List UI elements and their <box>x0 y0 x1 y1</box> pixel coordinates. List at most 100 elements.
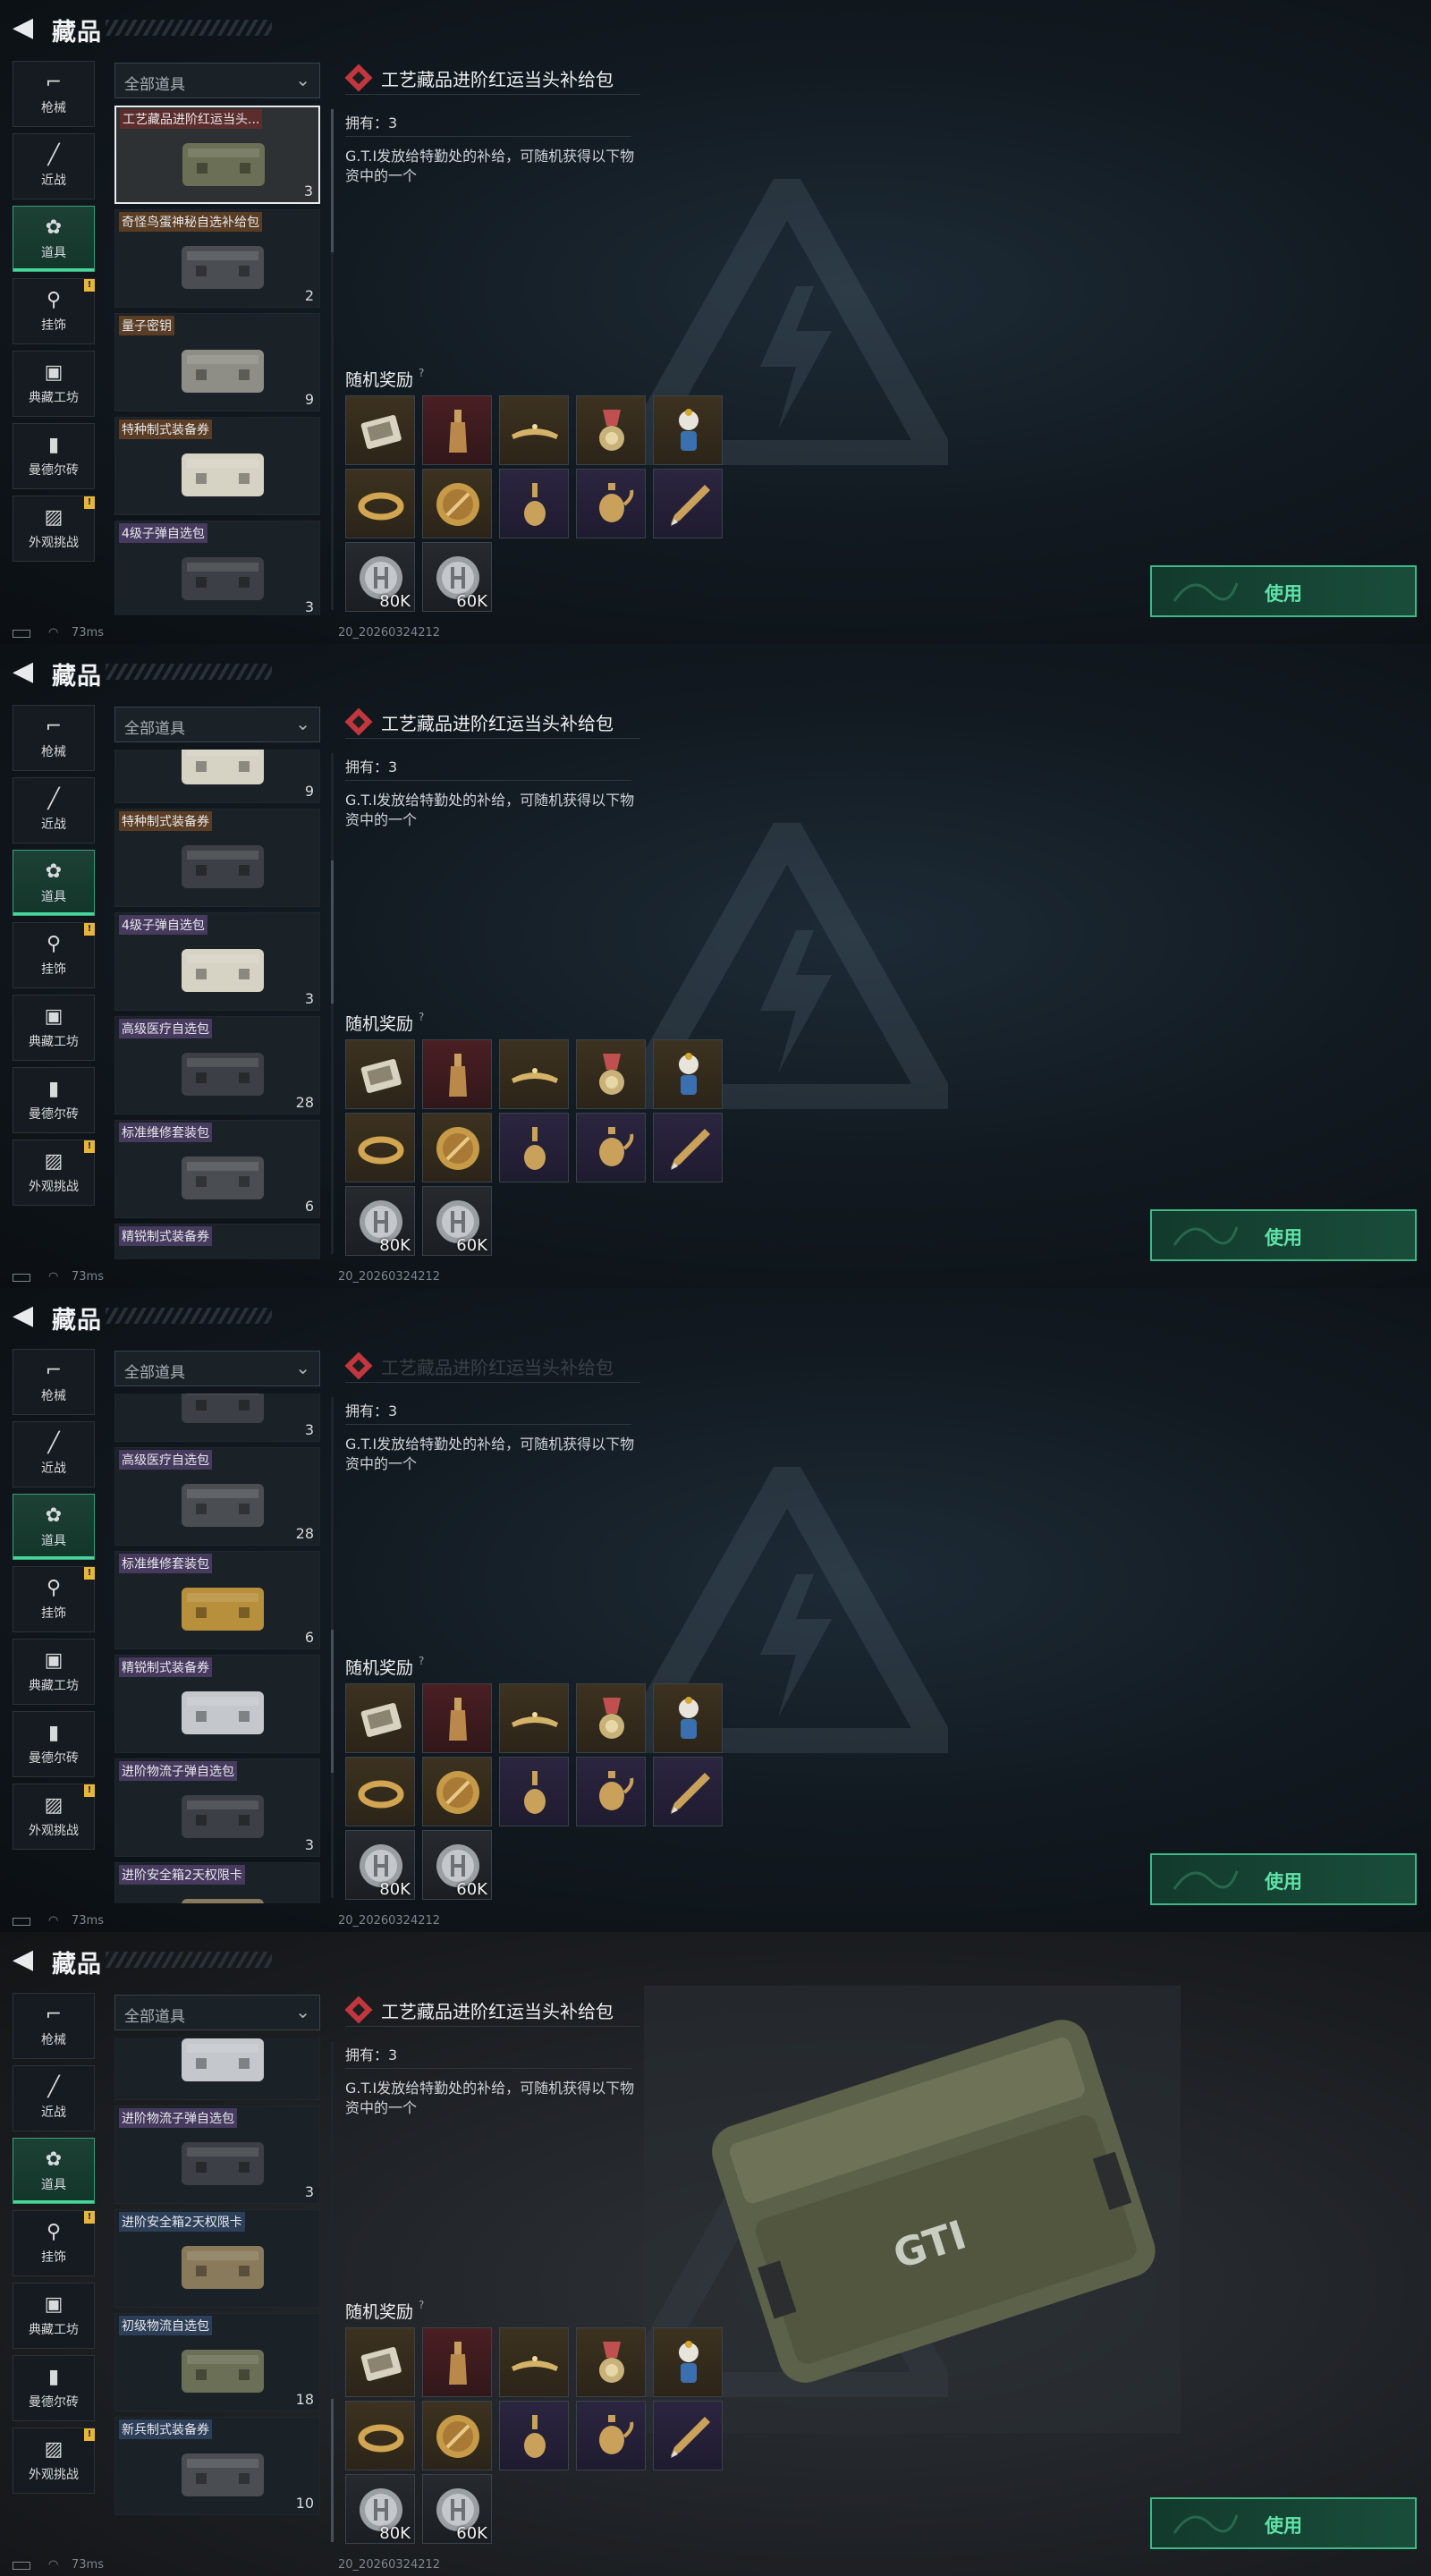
item-card[interactable]: 标准维修套装包 6 <box>114 1120 320 1218</box>
reward-slot[interactable] <box>499 1039 569 1109</box>
category-items[interactable]: ✿ 道具 <box>13 850 95 916</box>
reward-slot[interactable] <box>653 1757 723 1826</box>
item-filter-dropdown[interactable]: 全部道具 ⌄ <box>114 1995 320 2030</box>
category-workshop[interactable]: ▣ 典藏工坊 <box>13 351 95 417</box>
reward-slot[interactable]: 60K <box>422 1830 492 1900</box>
item-card[interactable]: 特种制式装备券 <box>114 417 320 515</box>
category-challenge[interactable]: ▨ 外观挑战! <box>13 496 95 562</box>
item-card[interactable]: 高级医疗自选包 28 <box>114 1447 320 1546</box>
reward-slot[interactable] <box>576 1683 646 1753</box>
item-card[interactable]: 特种制式装备券 <box>114 809 320 907</box>
scrollbar-thumb[interactable] <box>331 2399 334 2542</box>
item-card[interactable]: 进阶安全箱2天权限卡 <box>114 1862 320 1903</box>
back-arrow-icon[interactable]: ◀ <box>13 658 41 687</box>
category-challenge[interactable]: ▨ 外观挑战! <box>13 1140 95 1206</box>
category-knife[interactable]: ╱ 近战 <box>13 1421 95 1487</box>
reward-slot[interactable] <box>576 2327 646 2397</box>
category-gun[interactable]: ⌐ 枪械 <box>13 1993 95 2059</box>
reward-slot[interactable] <box>422 2327 492 2397</box>
reward-slot[interactable] <box>422 1113 492 1182</box>
reward-slot[interactable]: 80K <box>345 1830 415 1900</box>
category-gun[interactable]: ⌐ 枪械 <box>13 61 95 127</box>
reward-slot[interactable] <box>345 1113 415 1182</box>
use-button[interactable]: 使用 <box>1150 1209 1417 1261</box>
category-mandel-brick[interactable]: ▮ 曼德尔砖 <box>13 423 95 489</box>
item-card[interactable]: 3 <box>114 1394 320 1442</box>
reward-slot[interactable] <box>422 1039 492 1109</box>
reward-slot[interactable] <box>653 1039 723 1109</box>
reward-slot[interactable] <box>576 1113 646 1182</box>
item-card[interactable] <box>114 2038 320 2100</box>
category-mandel-brick[interactable]: ▮ 曼德尔砖 <box>13 1711 95 1777</box>
item-card[interactable]: 进阶物流子弹自选包 3 <box>114 2106 320 2204</box>
reward-slot[interactable] <box>422 1683 492 1753</box>
reward-slot[interactable] <box>422 2401 492 2470</box>
category-mandel-brick[interactable]: ▮ 曼德尔砖 <box>13 1067 95 1133</box>
reward-slot[interactable]: 60K <box>422 2474 492 2544</box>
list-scrollbar[interactable] <box>331 1397 334 1898</box>
reward-slot[interactable] <box>653 469 723 538</box>
reward-slot[interactable] <box>345 469 415 538</box>
help-icon[interactable]: ? <box>419 1011 424 1023</box>
item-card[interactable]: 高级医疗自选包 28 <box>114 1016 320 1114</box>
category-challenge[interactable]: ▨ 外观挑战! <box>13 1784 95 1850</box>
category-mandel-brick[interactable]: ▮ 曼德尔砖 <box>13 2355 95 2421</box>
reward-slot[interactable] <box>499 1113 569 1182</box>
item-card[interactable]: 精锐制式装备券 <box>114 1224 320 1259</box>
reward-slot[interactable] <box>345 1683 415 1753</box>
reward-slot[interactable]: 60K <box>422 1186 492 1256</box>
reward-slot[interactable] <box>576 1757 646 1826</box>
item-card[interactable]: 进阶安全箱2天权限卡 <box>114 2209 320 2308</box>
item-filter-dropdown[interactable]: 全部道具 ⌄ <box>114 1351 320 1386</box>
reward-slot[interactable] <box>653 2327 723 2397</box>
category-items[interactable]: ✿ 道具 <box>13 2138 95 2204</box>
category-workshop[interactable]: ▣ 典藏工坊 <box>13 2283 95 2349</box>
category-charm[interactable]: ⚲ 挂饰! <box>13 2210 95 2276</box>
reward-slot[interactable] <box>345 2327 415 2397</box>
item-filter-dropdown[interactable]: 全部道具 ⌄ <box>114 63 320 98</box>
scrollbar-thumb[interactable] <box>331 109 334 252</box>
reward-slot[interactable] <box>345 1039 415 1109</box>
reward-slot[interactable]: 80K <box>345 1186 415 1256</box>
use-button[interactable]: 使用 <box>1150 2497 1417 2549</box>
category-workshop[interactable]: ▣ 典藏工坊 <box>13 1639 95 1705</box>
reward-slot[interactable] <box>653 1113 723 1182</box>
category-charm[interactable]: ⚲ 挂饰! <box>13 1566 95 1632</box>
reward-slot[interactable]: 80K <box>345 542 415 612</box>
category-gun[interactable]: ⌐ 枪械 <box>13 1349 95 1415</box>
reward-slot[interactable] <box>499 1757 569 1826</box>
item-card[interactable]: 4级子弹自选包 3 <box>114 521 320 615</box>
reward-slot[interactable] <box>576 2401 646 2470</box>
category-items[interactable]: ✿ 道具 <box>13 1494 95 1560</box>
reward-slot[interactable] <box>499 2327 569 2397</box>
category-items[interactable]: ✿ 道具 <box>13 206 95 272</box>
reward-slot[interactable] <box>499 395 569 465</box>
reward-slot[interactable] <box>653 2401 723 2470</box>
scrollbar-thumb[interactable] <box>331 1630 334 1773</box>
category-knife[interactable]: ╱ 近战 <box>13 777 95 843</box>
item-card[interactable]: 工艺藏品进阶红运当头... 3 <box>114 106 320 204</box>
item-card[interactable]: 标准维修套装包 6 <box>114 1551 320 1649</box>
reward-slot[interactable] <box>499 2401 569 2470</box>
category-knife[interactable]: ╱ 近战 <box>13 133 95 199</box>
item-card[interactable]: 精锐制式装备券 <box>114 1655 320 1753</box>
reward-slot[interactable] <box>422 1757 492 1826</box>
category-charm[interactable]: ⚲ 挂饰! <box>13 278 95 344</box>
scrollbar-thumb[interactable] <box>331 860 334 1004</box>
item-filter-dropdown[interactable]: 全部道具 ⌄ <box>114 707 320 742</box>
back-arrow-icon[interactable]: ◀ <box>13 14 41 43</box>
help-icon[interactable]: ? <box>419 1655 424 1667</box>
back-arrow-icon[interactable]: ◀ <box>13 1302 41 1331</box>
item-card[interactable]: 初级物流自选包 18 <box>114 2313 320 2411</box>
list-scrollbar[interactable] <box>331 109 334 610</box>
category-charm[interactable]: ⚲ 挂饰! <box>13 922 95 988</box>
reward-slot[interactable]: 80K <box>345 2474 415 2544</box>
item-card[interactable]: 量子密钥 9 <box>114 313 320 411</box>
category-challenge[interactable]: ▨ 外观挑战! <box>13 2428 95 2494</box>
reward-slot[interactable] <box>576 395 646 465</box>
item-card[interactable]: 9 <box>114 750 320 803</box>
reward-slot[interactable] <box>576 469 646 538</box>
reward-slot[interactable] <box>422 395 492 465</box>
item-card[interactable]: 进阶物流子弹自选包 3 <box>114 1758 320 1857</box>
use-button[interactable]: 使用 <box>1150 565 1417 617</box>
